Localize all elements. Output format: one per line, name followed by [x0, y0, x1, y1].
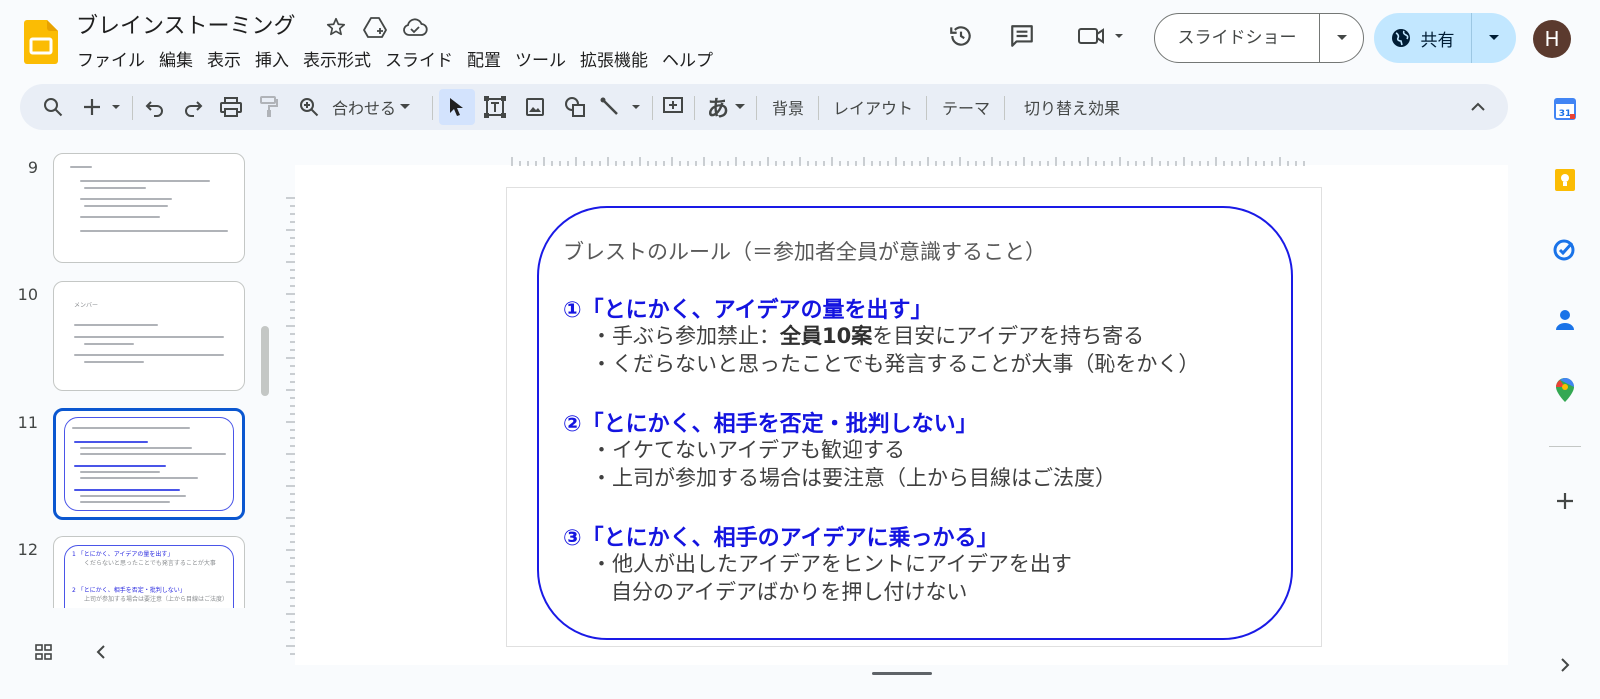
meet-video-icon[interactable]: [1070, 18, 1130, 54]
slide-number: 12: [17, 540, 38, 559]
slide-number: 10: [17, 285, 38, 304]
undo-icon[interactable]: [140, 92, 170, 122]
rule-3-bullet-2: 自分のアイデアばかりを押し付けない: [611, 580, 968, 604]
account-avatar[interactable]: H: [1533, 20, 1571, 58]
menu-file[interactable]: ファイル: [70, 46, 152, 71]
share-dropdown-icon[interactable]: [1472, 34, 1516, 42]
svg-text:31: 31: [1559, 109, 1572, 119]
menu-extensions[interactable]: 拡張機能: [573, 46, 655, 71]
comments-icon[interactable]: [1004, 18, 1040, 54]
input-tools-label: あ: [706, 97, 729, 122]
slideshow-label[interactable]: スライドショー: [1155, 14, 1320, 62]
slideshow-button[interactable]: スライドショー: [1154, 13, 1364, 63]
rule-1-bullet-2: ・くだらないと思ったことでも発言することが大事（恥をかく）: [591, 352, 1200, 376]
maps-icon[interactable]: [1548, 373, 1582, 407]
zoom-label: 合わせる: [332, 99, 397, 118]
text-box-icon[interactable]: [480, 92, 510, 122]
rail-divider: [1549, 446, 1581, 447]
slide-thumbnail-11-selected[interactable]: [53, 408, 245, 520]
slide[interactable]: ブレストのルール（＝参加者全員が意識すること） ①「とにかく、アイデアの量を出す…: [506, 187, 1322, 647]
paint-format-icon[interactable]: [254, 92, 284, 122]
slide-thumbnail-9[interactable]: [53, 153, 245, 263]
menu-bar: ファイル 編集 表示 挿入 表示形式 スライド 配置 ツール 拡張機能 ヘルプ: [70, 44, 720, 72]
menu-format[interactable]: 表示形式: [296, 46, 378, 71]
search-menus-icon[interactable]: [38, 92, 68, 122]
thumb-heading: メンバー: [74, 302, 99, 309]
thumb-line: 2 「とにかく、相手を否定・批判しない」: [72, 587, 186, 594]
menu-insert[interactable]: 挿入: [248, 46, 296, 71]
get-addons-icon[interactable]: [1548, 484, 1582, 518]
menu-tools[interactable]: ツール: [508, 46, 573, 71]
new-slide-icon[interactable]: [80, 92, 126, 122]
rule-2-bullet-2: ・上司が参加する場合は要注意（上から目線はご法度）: [591, 466, 1116, 490]
slide-title: ブレストのルール（＝参加者全員が意識すること）: [563, 240, 1046, 264]
menu-help[interactable]: ヘルプ: [655, 46, 720, 71]
thumb-line: 上司が参加する場合は要注意（上から目線はご法度）: [84, 596, 229, 603]
rule-1-bullet-1: ・手ぶら参加禁止：全員10案を目安にアイデアを持ち寄る: [591, 324, 1145, 348]
layout-button[interactable]: レイアウト: [826, 92, 920, 122]
line-icon[interactable]: [598, 92, 648, 122]
zoom-icon[interactable]: [294, 92, 324, 122]
background-button[interactable]: 背景: [765, 92, 811, 122]
move-to-drive-icon[interactable]: [362, 14, 388, 40]
document-title[interactable]: ブレインストーミング: [76, 8, 296, 40]
speaker-notes-handle[interactable]: [872, 672, 932, 675]
star-icon[interactable]: [323, 14, 349, 40]
grid-view-icon[interactable]: [34, 642, 56, 664]
tasks-icon[interactable]: [1548, 233, 1582, 267]
slides-logo-icon[interactable]: [24, 20, 58, 64]
rule-3-bullet-1: ・他人が出したアイデアをヒントにアイデアを出す: [591, 552, 1072, 576]
collapse-toolbar-icon[interactable]: [1466, 92, 1490, 122]
share-button[interactable]: 共有: [1374, 13, 1516, 63]
filmstrip-scrollbar[interactable]: [261, 326, 269, 396]
theme-button[interactable]: テーマ: [934, 92, 998, 122]
slide-number: 11: [17, 413, 38, 432]
redo-icon[interactable]: [178, 92, 208, 122]
thumb-line: くだらないと思ったことでも発言することが大事: [84, 560, 216, 567]
menu-slide[interactable]: スライド: [378, 46, 460, 71]
contacts-icon[interactable]: [1548, 303, 1582, 337]
shape-icon[interactable]: [560, 92, 590, 122]
share-label: 共有: [1420, 30, 1455, 51]
menu-view[interactable]: 表示: [200, 46, 248, 71]
zoom-select[interactable]: 合わせる: [332, 92, 426, 122]
calendar-icon[interactable]: 31: [1548, 92, 1582, 126]
version-history-icon[interactable]: [943, 18, 979, 54]
transition-button[interactable]: 切り替え効果: [1012, 92, 1132, 122]
keep-icon[interactable]: [1548, 163, 1582, 197]
slide-thumbnail-12[interactable]: 1 「とにかく、アイデアの量を出す」 くだらないと思ったことでも発言することが大…: [53, 536, 245, 608]
input-tools-button[interactable]: あ: [702, 92, 750, 122]
toolbar: 合わせる あ 背景 レイアウト テーマ 切り替え効果: [20, 84, 1508, 130]
collapse-filmstrip-icon[interactable]: [96, 644, 112, 662]
add-comment-icon[interactable]: [658, 92, 688, 122]
image-icon[interactable]: [520, 92, 550, 122]
rule-2-bullet-1: ・イケてないアイデアも歓迎する: [591, 438, 905, 462]
globe-icon: [1391, 29, 1410, 47]
menu-arrange[interactable]: 配置: [460, 46, 508, 71]
print-icon[interactable]: [216, 92, 246, 122]
slide-number: 9: [27, 158, 38, 177]
slideshow-dropdown-icon[interactable]: [1320, 34, 1363, 42]
thumb-line: 1 「とにかく、アイデアの量を出す」: [72, 551, 174, 558]
show-side-panel-icon[interactable]: [1548, 648, 1582, 682]
horizontal-ruler: [511, 157, 1305, 166]
slide-thumbnail-10[interactable]: メンバー: [53, 281, 245, 391]
menu-edit[interactable]: 編集: [152, 46, 200, 71]
cloud-saved-icon[interactable]: [402, 14, 428, 40]
select-cursor-icon[interactable]: [439, 89, 475, 125]
vertical-ruler: [286, 197, 295, 655]
